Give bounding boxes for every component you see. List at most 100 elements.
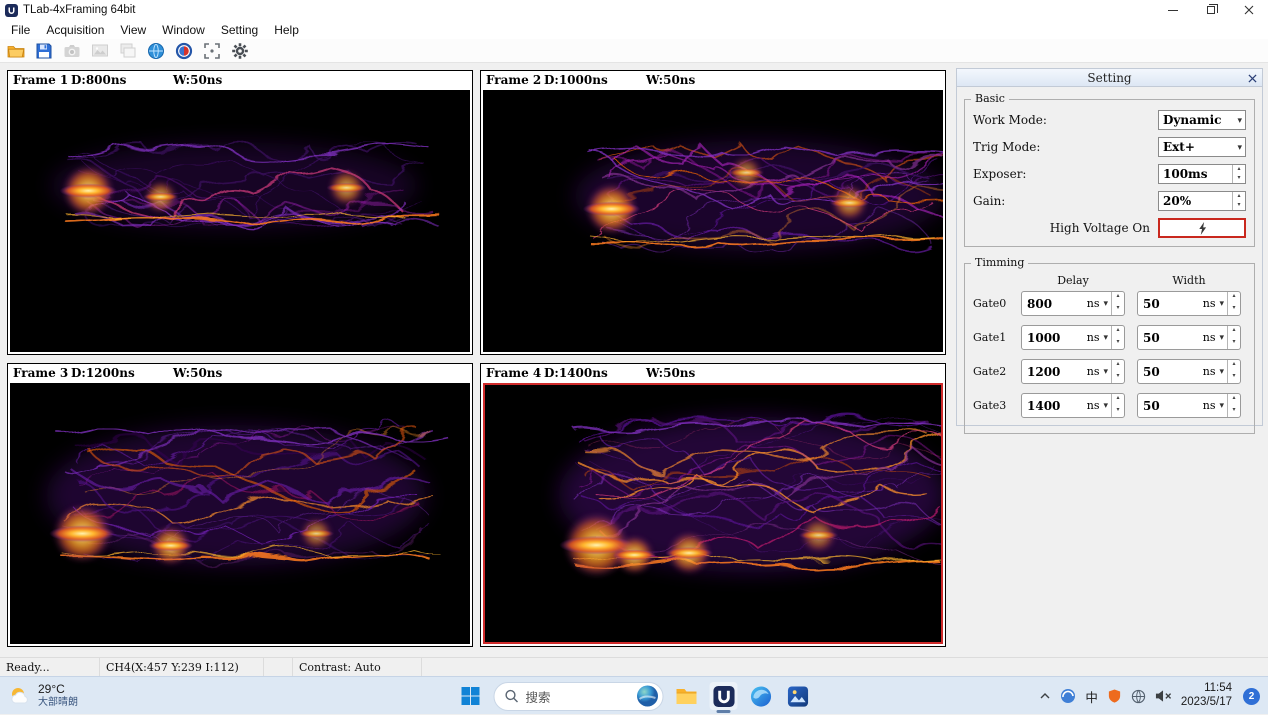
setting-panel-header[interactable]: Setting xyxy=(957,69,1262,87)
volume-muted-icon[interactable] xyxy=(1155,689,1172,703)
frame-3-image[interactable] xyxy=(10,383,470,644)
spin-down-icon[interactable]: ▾ xyxy=(1112,338,1124,350)
frame-4-window[interactable]: Frame 4 D:1400ns W:50ns xyxy=(480,363,946,647)
frame-3-window[interactable]: Frame 3 D:1200ns W:50ns xyxy=(7,363,473,647)
spin-up-icon[interactable]: ▴ xyxy=(1228,326,1240,338)
spin-up-icon[interactable]: ▴ xyxy=(1112,394,1124,406)
high-voltage-button[interactable] xyxy=(1158,218,1246,238)
exposer-spinbox[interactable]: 100ms ▴ ▾ xyxy=(1158,164,1246,184)
open-folder-button[interactable] xyxy=(4,40,28,62)
spin-down-icon[interactable]: ▾ xyxy=(1228,406,1240,418)
notification-badge[interactable]: 2 xyxy=(1243,688,1260,705)
spin-up-icon[interactable]: ▴ xyxy=(1233,192,1245,201)
menu-help[interactable]: Help xyxy=(266,21,307,39)
snapshot-button[interactable] xyxy=(116,40,140,62)
work-mode-select[interactable]: Dynamic ▾ xyxy=(1158,110,1246,130)
gate0-width-input[interactable]: 50 ns ▾ ▴▾ xyxy=(1137,291,1241,316)
taskbar-clock[interactable]: 11:54 2023/5/17 xyxy=(1181,682,1232,710)
search-icon xyxy=(505,689,519,703)
roi-focus-button[interactable] xyxy=(200,40,224,62)
lightning-icon xyxy=(1198,222,1207,235)
chevron-down-icon[interactable]: ▾ xyxy=(1216,401,1227,410)
spin-down-icon[interactable]: ▾ xyxy=(1228,304,1240,316)
menu-setting[interactable]: Setting xyxy=(213,21,266,39)
chevron-down-icon[interactable]: ▾ xyxy=(1216,299,1227,308)
display-button[interactable] xyxy=(88,40,112,62)
chevron-down-icon[interactable]: ▾ xyxy=(1100,401,1111,410)
hidden-icons-chevron-icon[interactable] xyxy=(1039,691,1051,701)
taskbar-search[interactable]: 搜索 xyxy=(494,682,664,711)
chevron-down-icon[interactable]: ▾ xyxy=(1100,299,1111,308)
frame-2-image[interactable] xyxy=(483,90,943,352)
frame-2-window[interactable]: Frame 2 D:1000ns W:50ns xyxy=(480,70,946,355)
gate0-delay-input[interactable]: 800 ns ▾ ▴▾ xyxy=(1021,291,1125,316)
frame-1-image[interactable] xyxy=(10,90,470,352)
file-explorer-button[interactable] xyxy=(673,682,701,710)
clock-time: 11:54 xyxy=(1181,682,1232,696)
display-icon xyxy=(91,42,109,60)
spin-down-icon[interactable]: ▾ xyxy=(1228,338,1240,350)
ime-indicator[interactable]: 中 xyxy=(1085,687,1098,706)
gate2-delay-input[interactable]: 1200 ns ▾ ▴▾ xyxy=(1021,359,1125,384)
spin-up-icon[interactable]: ▴ xyxy=(1228,292,1240,304)
gain-spinbox[interactable]: 20% ▴ ▾ xyxy=(1158,191,1246,211)
security-shield-icon[interactable] xyxy=(1107,688,1122,704)
trig-mode-select[interactable]: Ext+ ▾ xyxy=(1158,137,1246,157)
restore-button[interactable] xyxy=(1192,0,1230,20)
search-highlight-image[interactable] xyxy=(637,685,659,707)
menu-window[interactable]: Window xyxy=(154,21,213,39)
menu-acquisition[interactable]: Acquisition xyxy=(38,21,112,39)
spin-down-icon[interactable]: ▾ xyxy=(1228,372,1240,384)
spin-down-icon[interactable]: ▾ xyxy=(1233,201,1245,210)
settings-gear-button[interactable] xyxy=(228,40,252,62)
trig-mode-label: Trig Mode: xyxy=(973,140,1040,154)
save-button[interactable] xyxy=(32,40,56,62)
gate1-delay-value: 1000 xyxy=(1022,331,1087,345)
start-button[interactable] xyxy=(457,682,485,710)
setting-panel-title: Setting xyxy=(1087,71,1131,85)
gate1-width-input[interactable]: 50 ns ▾ ▴▾ xyxy=(1137,325,1241,350)
gate0-row: Gate0 800 ns ▾ ▴▾ 50 ns ▾ ▴▾ xyxy=(973,291,1246,316)
gate3-width-value: 50 xyxy=(1138,399,1203,413)
chevron-down-icon[interactable]: ▾ xyxy=(1216,367,1227,376)
spin-up-icon[interactable]: ▴ xyxy=(1112,326,1124,338)
menu-view[interactable]: View xyxy=(112,21,154,39)
camera-button[interactable] xyxy=(60,40,84,62)
setting-panel-close-button[interactable] xyxy=(1245,71,1259,85)
spin-up-icon[interactable]: ▴ xyxy=(1228,360,1240,372)
frame-4-image[interactable] xyxy=(483,383,943,644)
menu-file[interactable]: File xyxy=(3,21,38,39)
chevron-down-icon[interactable]: ▾ xyxy=(1216,333,1227,342)
close-button[interactable] xyxy=(1230,0,1268,20)
weather-widget[interactable]: 29°C 大部晴朗 xyxy=(8,677,78,715)
app-logo-icon xyxy=(5,4,18,17)
chevron-down-icon[interactable]: ▾ xyxy=(1100,367,1111,376)
spin-up-icon[interactable]: ▴ xyxy=(1112,292,1124,304)
frame-1-window[interactable]: Frame 1 D:800ns W:50ns xyxy=(7,70,473,355)
weather-desc: 大部晴朗 xyxy=(38,697,78,709)
work-mode-value: Dynamic xyxy=(1159,113,1234,127)
cloud-sync-icon[interactable] xyxy=(1060,688,1076,704)
gate3-delay-input[interactable]: 1400 ns ▾ ▴▾ xyxy=(1021,393,1125,418)
globe-button[interactable] xyxy=(144,40,168,62)
gate2-width-input[interactable]: 50 ns ▾ ▴▾ xyxy=(1137,359,1241,384)
edge-browser-button[interactable] xyxy=(747,682,775,710)
photos-app-button[interactable] xyxy=(784,682,812,710)
chevron-down-icon[interactable]: ▾ xyxy=(1100,333,1111,342)
minimize-button[interactable] xyxy=(1154,0,1192,20)
record-button[interactable] xyxy=(172,40,196,62)
spin-down-icon[interactable]: ▾ xyxy=(1233,174,1245,183)
spin-up-icon[interactable]: ▴ xyxy=(1233,165,1245,174)
spin-down-icon[interactable]: ▾ xyxy=(1112,372,1124,384)
spin-down-icon[interactable]: ▾ xyxy=(1112,304,1124,316)
spin-up-icon[interactable]: ▴ xyxy=(1228,394,1240,406)
gate1-delay-input[interactable]: 1000 ns ▾ ▴▾ xyxy=(1021,325,1125,350)
tlab-app-button[interactable] xyxy=(710,682,738,710)
network-globe-icon[interactable] xyxy=(1131,689,1146,704)
snapshot-icon xyxy=(119,42,137,60)
gate3-width-input[interactable]: 50 ns ▾ ▴▾ xyxy=(1137,393,1241,418)
gate3-label: Gate3 xyxy=(973,399,1021,412)
gate0-label: Gate0 xyxy=(973,297,1021,310)
spin-down-icon[interactable]: ▾ xyxy=(1112,406,1124,418)
spin-up-icon[interactable]: ▴ xyxy=(1112,360,1124,372)
